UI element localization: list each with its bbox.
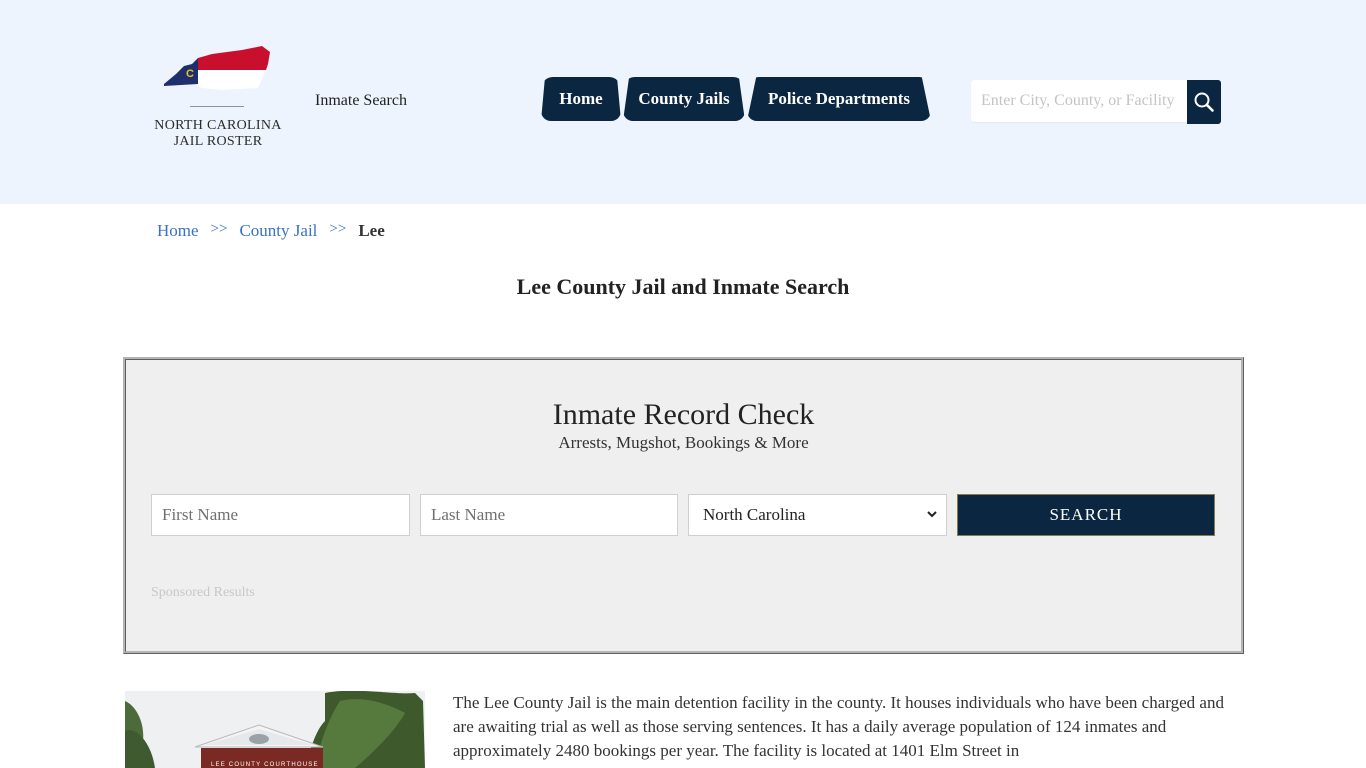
state-select-value: North Carolina xyxy=(703,505,806,524)
site-search-button[interactable] xyxy=(1187,80,1221,124)
logo-divider xyxy=(190,106,244,107)
courthouse-image: LEE COUNTY COURTHOUSE xyxy=(125,691,425,768)
last-name-input[interactable] xyxy=(420,494,678,536)
breadcrumb-home[interactable]: Home xyxy=(157,221,199,241)
logo-line-2: JAIL ROSTER xyxy=(173,134,263,149)
inmate-search-link[interactable]: Inmate Search xyxy=(315,92,407,110)
site-header: C NORTH CAROLINA JAIL ROSTER Inmate Sear… xyxy=(0,0,1366,204)
breadcrumb-current: Lee xyxy=(358,221,385,240)
breadcrumb: Home >> County Jail >> Lee xyxy=(157,221,385,241)
breadcrumb-separator: >> xyxy=(329,221,347,237)
record-check-subtitle: Arrests, Mugshot, Bookings & More xyxy=(558,433,809,452)
logo-line-1: NORTH CAROLINA xyxy=(154,118,282,133)
nav-tab-home[interactable]: Home xyxy=(541,77,621,121)
courthouse-photo: LEE COUNTY COURTHOUSE xyxy=(125,691,425,768)
breadcrumb-county-jail[interactable]: County Jail xyxy=(239,221,317,241)
nav-tab-county-jails[interactable]: County Jails xyxy=(623,77,745,121)
logo-text: NORTH CAROLINA JAIL ROSTER xyxy=(146,118,290,150)
svg-text:C: C xyxy=(186,68,194,80)
jail-intro-text: The Lee County Jail is the main detentio… xyxy=(453,693,1224,760)
nav-tab-police-departments[interactable]: Police Departments xyxy=(747,77,931,121)
page-title: Lee County Jail and Inmate Search xyxy=(516,274,850,299)
site-search-input[interactable] xyxy=(971,80,1187,122)
site-logo[interactable]: C NORTH CAROLINA JAIL ROSTER xyxy=(146,44,290,154)
first-name-input[interactable] xyxy=(151,494,410,536)
site-search xyxy=(971,80,1221,124)
nc-flag-state-map-icon: C xyxy=(164,46,270,90)
magnifier-icon xyxy=(1194,92,1214,112)
courthouse-sign-text: LEE COUNTY COURTHOUSE xyxy=(211,762,319,768)
main-nav: Home County Jails Police Departments xyxy=(541,77,933,121)
chevron-down-icon xyxy=(927,511,937,518)
inmate-record-check-panel: Inmate Record Check Arrests, Mugshot, Bo… xyxy=(123,357,1244,654)
record-search-button[interactable]: SEARCH xyxy=(957,494,1215,536)
state-select[interactable]: North Carolina xyxy=(688,494,947,536)
breadcrumb-separator: >> xyxy=(210,221,228,237)
record-check-title: Inmate Record Check xyxy=(552,398,815,431)
sponsored-results-label: Sponsored Results xyxy=(151,585,255,600)
